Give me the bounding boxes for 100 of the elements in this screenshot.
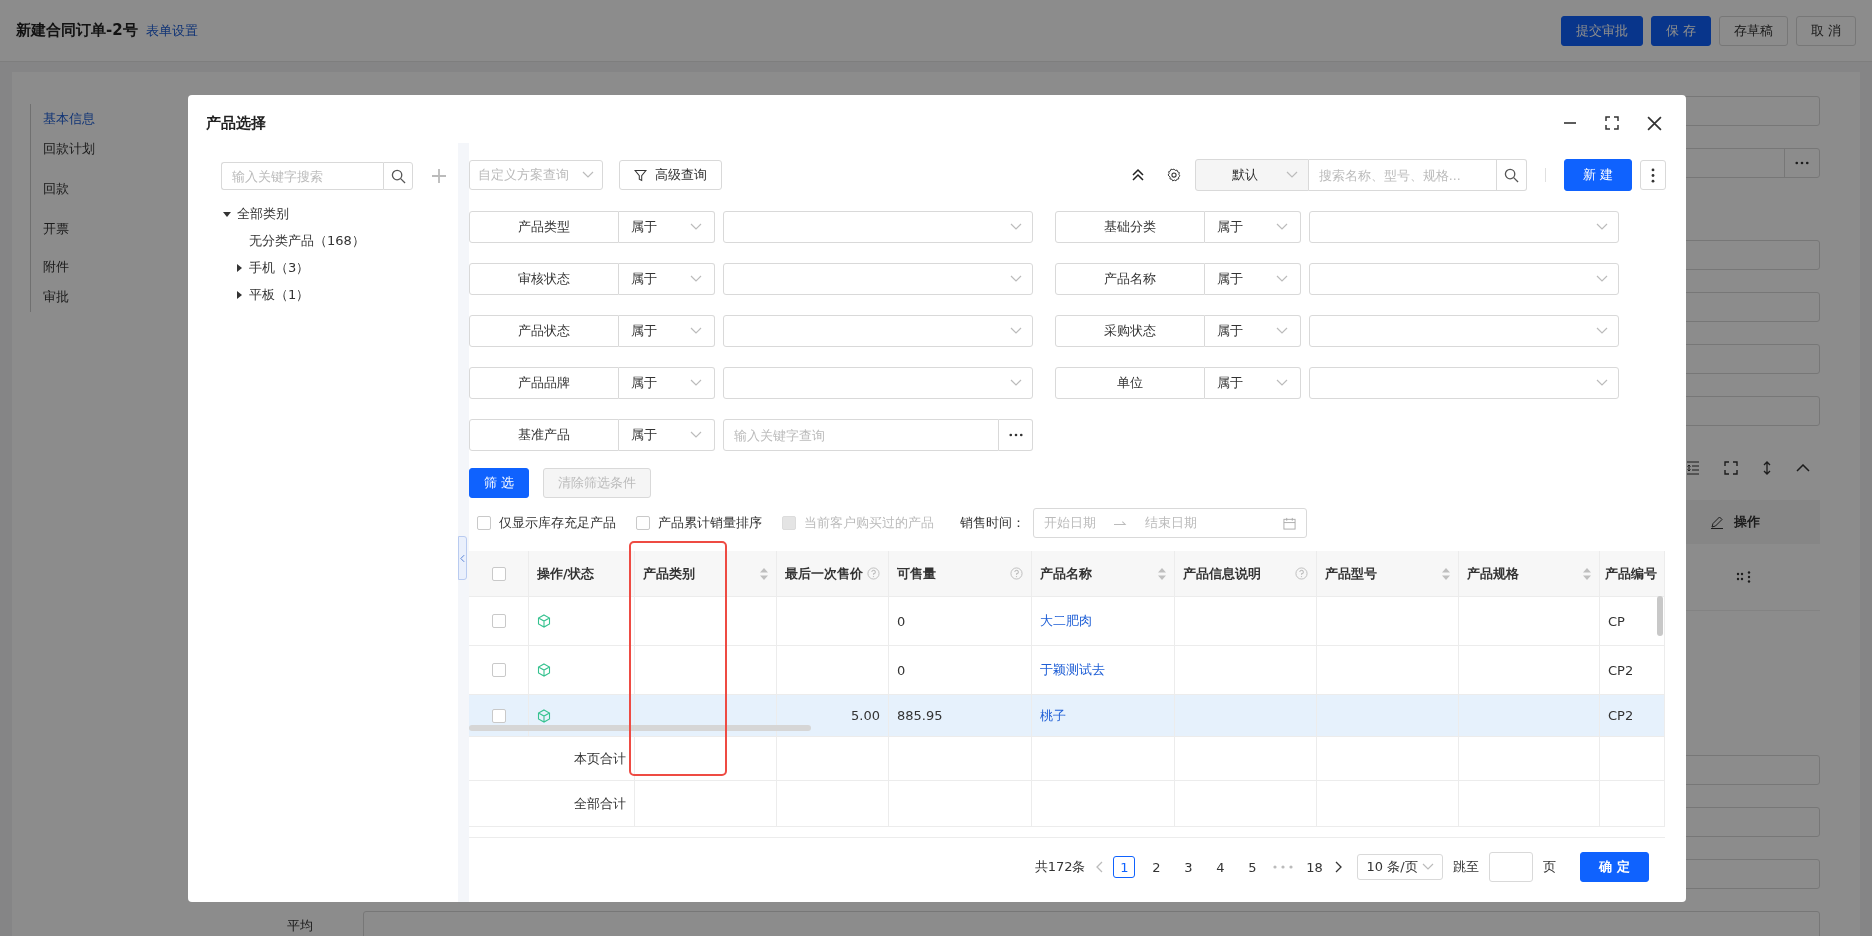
operator-select[interactable]: 属于: [619, 367, 715, 399]
operator-select[interactable]: 属于: [619, 419, 715, 451]
close-icon[interactable]: [1647, 115, 1662, 131]
line-height-icon[interactable]: [1686, 461, 1700, 475]
cube-icon[interactable]: [537, 663, 551, 677]
checkbox[interactable]: [491, 566, 506, 581]
column-header[interactable]: 最后一次售价: [777, 551, 889, 596]
chevron-right-icon[interactable]: [1335, 861, 1344, 873]
chevron-left-icon[interactable]: [1095, 861, 1104, 873]
more-button[interactable]: [1640, 160, 1666, 190]
cube-icon[interactable]: [537, 708, 551, 723]
column-header[interactable]: 产品类别: [635, 551, 777, 596]
confirm-button[interactable]: 确 定: [1580, 852, 1649, 882]
page-link[interactable]: 4: [1209, 856, 1232, 878]
ellipsis-icon[interactable]: [1273, 865, 1294, 869]
nav-item[interactable]: 附件: [43, 252, 173, 282]
action-button[interactable]: 提交审批: [1560, 15, 1643, 46]
vertical-arrows-icon[interactable]: [1762, 461, 1772, 475]
page-link[interactable]: 5: [1241, 856, 1264, 878]
column-header[interactable]: 产品规格: [1459, 551, 1600, 596]
nav-item[interactable]: 审批: [43, 282, 173, 312]
product-name-link[interactable]: 于颖测试去: [1040, 661, 1105, 679]
chevron-up-icon[interactable]: [1796, 464, 1810, 472]
caret-right-icon[interactable]: [235, 290, 243, 299]
nav-item[interactable]: 开票: [43, 214, 173, 244]
tree-item[interactable]: 全部类别: [237, 204, 289, 223]
pencil-icon[interactable]: [1710, 515, 1724, 529]
fullscreen-icon[interactable]: [1724, 461, 1738, 475]
nav-item[interactable]: 回款: [43, 174, 173, 204]
search-field[interactable]: 输入关键字搜索: [221, 162, 383, 190]
column-header[interactable]: 产品编号: [1600, 551, 1665, 596]
value-select[interactable]: [1309, 263, 1619, 295]
column-header[interactable]: 可售量: [889, 551, 1032, 596]
operator-select[interactable]: 属于: [1205, 211, 1301, 243]
new-button[interactable]: 新 建: [1563, 159, 1632, 191]
checkbox[interactable]: [491, 708, 506, 723]
page-link[interactable]: 18: [1303, 856, 1326, 878]
tree-item[interactable]: 平板（1）: [249, 285, 310, 304]
value-select[interactable]: [723, 211, 1033, 243]
help-icon[interactable]: [1295, 567, 1308, 580]
checkbox[interactable]: [491, 663, 506, 677]
maximize-icon[interactable]: [1605, 116, 1619, 130]
product-name-link[interactable]: 桃子: [1040, 706, 1066, 725]
search-field[interactable]: 搜索名称、型号、规格...: [1308, 159, 1497, 191]
input-field[interactable]: 输入关键字查询: [723, 419, 999, 451]
caret-down-icon[interactable]: [223, 209, 231, 218]
product-name-link[interactable]: 大二肥肉: [1040, 612, 1092, 630]
form-settings-link[interactable]: 表单设置: [145, 21, 198, 40]
column-header[interactable]: 产品型号: [1317, 551, 1459, 596]
column-header[interactable]: 产品名称: [1032, 551, 1175, 596]
search-button[interactable]: [1496, 159, 1527, 191]
sort-icon[interactable]: [1583, 567, 1591, 580]
collapse-handle[interactable]: [458, 536, 467, 580]
nav-item[interactable]: 基本信息: [43, 104, 173, 134]
vertical-scrollbar[interactable]: [1657, 596, 1663, 636]
page-link[interactable]: 3: [1177, 856, 1200, 878]
checkbox[interactable]: [636, 516, 650, 530]
sort-icon[interactable]: [1442, 567, 1450, 580]
operator-select[interactable]: 属于: [1205, 315, 1301, 347]
column-header[interactable]: 产品信息说明: [1175, 551, 1317, 596]
operator-select[interactable]: 属于: [1205, 263, 1301, 295]
settings-icon[interactable]: [1166, 168, 1181, 182]
filter-button[interactable]: 筛 选: [469, 468, 530, 498]
more-button[interactable]: [999, 419, 1033, 451]
operator-select[interactable]: 属于: [619, 211, 715, 243]
advanced-search-button[interactable]: 高级查询: [619, 160, 722, 190]
action-button[interactable]: 取 消: [1795, 15, 1856, 46]
checkbox[interactable]: [491, 614, 506, 628]
double-chevron-up-icon[interactable]: [1130, 168, 1145, 182]
value-select[interactable]: [1309, 367, 1619, 399]
sort-select[interactable]: 默认: [1194, 159, 1309, 191]
value-select[interactable]: [1309, 315, 1619, 347]
drag-handle-icon[interactable]: [1736, 571, 1752, 583]
horizontal-scrollbar[interactable]: [469, 725, 811, 731]
table-row[interactable]: 0 大二肥肉 CP: [469, 597, 1665, 646]
sort-icon[interactable]: [760, 567, 768, 580]
add-icon[interactable]: [431, 168, 447, 184]
value-select[interactable]: [723, 367, 1033, 399]
sort-icon[interactable]: [1158, 567, 1166, 580]
caret-right-icon[interactable]: [235, 263, 243, 272]
tree-item[interactable]: 手机（3）: [249, 258, 310, 277]
page-size-select[interactable]: 10 条/页: [1357, 854, 1444, 880]
checkbox[interactable]: [477, 516, 491, 530]
nav-item[interactable]: 回款计划: [43, 134, 173, 164]
page-link[interactable]: 1: [1113, 856, 1136, 878]
cube-icon[interactable]: [537, 614, 551, 628]
operator-select[interactable]: 属于: [619, 315, 715, 347]
value-select[interactable]: [723, 263, 1033, 295]
operator-select[interactable]: 属于: [619, 263, 715, 295]
search-button[interactable]: [383, 162, 413, 190]
value-select[interactable]: [1309, 211, 1619, 243]
table-row[interactable]: 5.00 885.95 桃子 CP2: [469, 695, 1665, 737]
action-button[interactable]: 存草稿: [1718, 15, 1788, 46]
page-link[interactable]: 2: [1145, 856, 1168, 878]
tree-item[interactable]: 无分类产品（168）: [249, 231, 365, 250]
page-input[interactable]: [1489, 852, 1534, 882]
help-icon[interactable]: [867, 567, 880, 580]
value-select[interactable]: [723, 315, 1033, 347]
help-icon[interactable]: [1010, 567, 1023, 580]
operator-select[interactable]: 属于: [1205, 367, 1301, 399]
